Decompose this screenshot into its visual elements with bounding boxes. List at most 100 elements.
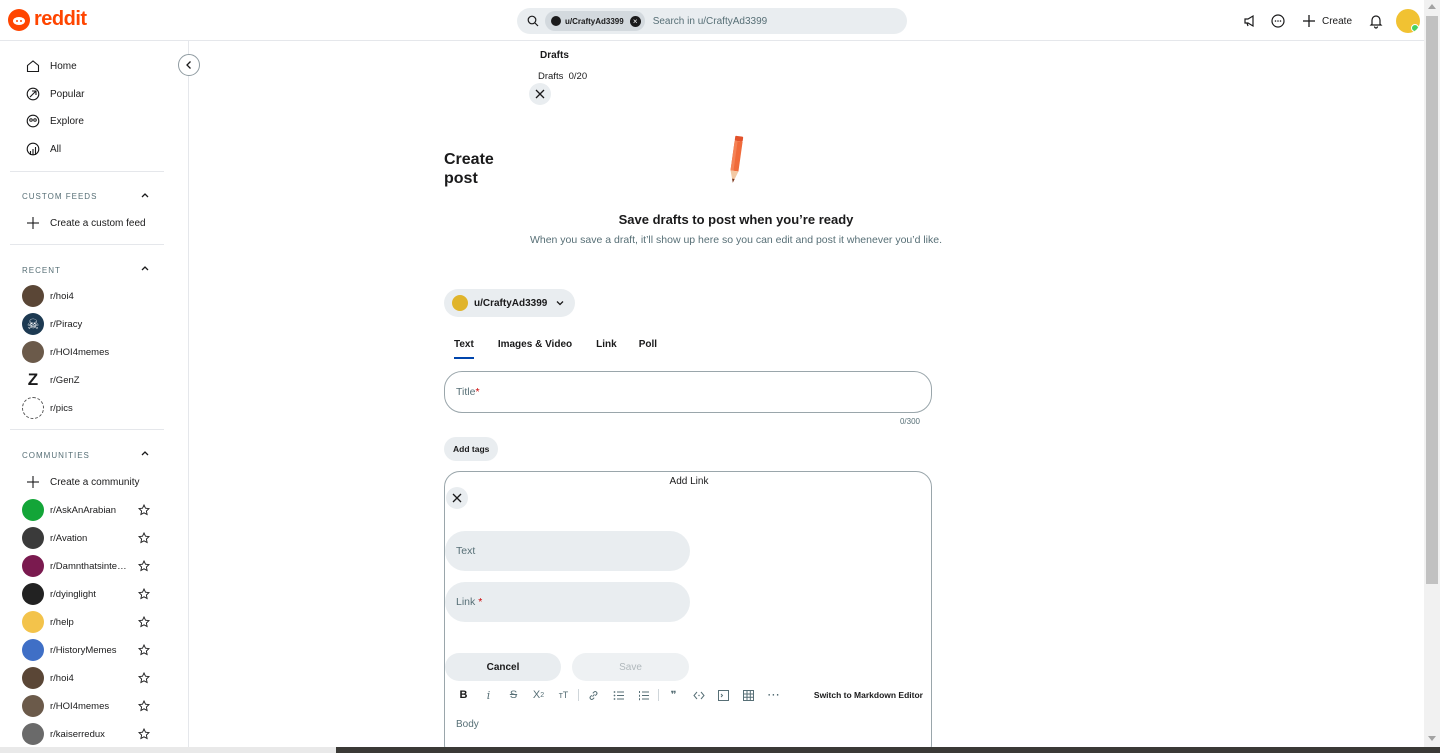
cancel-button[interactable]: Cancel [445, 653, 561, 681]
bold-icon[interactable]: B [451, 685, 476, 705]
recent-item[interactable]: Z r/GenZ [10, 366, 164, 394]
create-custom-feed[interactable]: Create a custom feed [10, 209, 164, 237]
create-community[interactable]: Create a community [10, 468, 164, 496]
star-favorite-icon[interactable] [138, 560, 150, 572]
taskbar-edge [0, 747, 1440, 753]
title-input[interactable]: Title * [444, 371, 932, 413]
tab-text[interactable]: Text [444, 335, 484, 359]
user-avatar[interactable] [1396, 9, 1420, 33]
star-favorite-icon[interactable] [138, 588, 150, 600]
reddit-snoo-icon [8, 8, 30, 31]
numbered-list-icon[interactable] [631, 685, 656, 705]
recent-item[interactable]: r/pics [10, 394, 164, 422]
close-drafts-button[interactable] [529, 83, 551, 105]
community-icon [22, 341, 44, 363]
recent-item-label: r/hoi4 [50, 290, 74, 302]
community-item[interactable]: r/dyinglight [10, 580, 164, 608]
clear-scope-icon[interactable]: × [629, 15, 641, 27]
star-favorite-icon[interactable] [138, 504, 150, 516]
nav-home[interactable]: Home [10, 52, 164, 80]
community-item[interactable]: r/HOI4memes [10, 692, 164, 720]
scroll-up-arrow-icon[interactable] [1428, 4, 1436, 9]
bullet-list-icon[interactable] [606, 685, 631, 705]
quote-icon[interactable]: ❞ [661, 685, 686, 705]
nav-explore-label: Explore [50, 115, 84, 127]
superscript-icon[interactable]: X2 [526, 685, 551, 705]
strikethrough-icon[interactable]: S [501, 685, 526, 705]
star-favorite-icon[interactable] [138, 644, 150, 656]
link-url-input[interactable]: Link * [445, 582, 690, 622]
table-icon[interactable] [736, 685, 761, 705]
star-favorite-icon[interactable] [138, 672, 150, 684]
community-selector[interactable]: u/CraftyAd3399 [444, 289, 576, 317]
notifications-button[interactable] [1362, 7, 1390, 35]
more-icon[interactable]: ⋯ [761, 685, 786, 705]
communities-heading[interactable]: COMMUNITIES [22, 451, 90, 460]
community-item-label: r/HistoryMemes [50, 644, 117, 656]
create-post-button[interactable]: Create [1296, 7, 1358, 35]
code-block-icon[interactable] [711, 685, 736, 705]
brand-name: reddit [34, 8, 87, 30]
nav-all[interactable]: All [10, 135, 164, 163]
recent-item[interactable]: r/hoi4 [10, 282, 164, 310]
chevron-up-icon[interactable] [140, 263, 150, 273]
tab-images-video[interactable]: Images & Video [488, 335, 582, 359]
community-item[interactable]: r/kaiserredux [10, 720, 164, 748]
drafts-title: Drafts [540, 50, 569, 61]
link-text-input[interactable]: Text [445, 531, 690, 571]
tab-link[interactable]: Link [586, 335, 627, 359]
community-item-label: r/Avation [50, 532, 88, 544]
nav-explore[interactable]: Explore [10, 107, 164, 135]
create-label: Create [1321, 15, 1352, 27]
community-item-label: r/hoi4 [50, 672, 74, 684]
add-tags-button[interactable]: Add tags [444, 437, 499, 461]
search-input[interactable]: Search in u/CraftyAd3399 [653, 16, 768, 27]
community-item[interactable]: r/AskAnArabian [10, 496, 164, 524]
save-button[interactable]: Save [572, 653, 689, 681]
community-item[interactable]: r/Avation [10, 524, 164, 552]
tab-poll[interactable]: Poll [629, 335, 667, 359]
recent-item[interactable]: r/HOI4memes [10, 338, 164, 366]
nav-all-label: All [50, 143, 62, 155]
community-item[interactable]: r/Damnthatsinteresting [10, 552, 164, 580]
advertise-button[interactable] [1236, 7, 1264, 35]
close-add-link-button[interactable] [446, 487, 468, 509]
chevron-up-icon[interactable] [140, 190, 150, 200]
star-favorite-icon[interactable] [138, 532, 150, 544]
custom-feeds-heading[interactable]: CUSTOM FEEDS [22, 192, 97, 201]
title-char-counter: 0/300 [899, 417, 920, 426]
search-scope-label: u/CraftyAd3399 [565, 16, 624, 26]
italic-icon[interactable]: i [476, 685, 501, 705]
chat-button[interactable] [1264, 7, 1292, 35]
genz-z-icon: Z [22, 369, 44, 391]
star-favorite-icon[interactable] [138, 616, 150, 628]
search-bar[interactable]: u/CraftyAd3399 × Search in u/CraftyAd339… [517, 8, 907, 34]
community-icon [22, 499, 44, 521]
community-item[interactable]: r/hoi4 [10, 664, 164, 692]
required-mark: * [475, 386, 480, 398]
toolbar-separator [578, 689, 579, 701]
close-icon [535, 89, 545, 99]
collapse-sidebar-button[interactable] [178, 54, 200, 76]
community-item[interactable]: r/HistoryMemes [10, 636, 164, 664]
search-icon [527, 15, 539, 27]
body-input[interactable]: Body [456, 719, 479, 730]
switch-markdown-editor-button[interactable]: Switch to Markdown Editor [814, 690, 923, 700]
scroll-down-arrow-icon[interactable] [1428, 736, 1436, 741]
vertical-scrollbar[interactable] [1424, 0, 1440, 747]
link-icon[interactable] [581, 685, 606, 705]
heading-icon[interactable]: ᴛT [551, 685, 576, 705]
nav-popular[interactable]: Popular [10, 80, 164, 108]
community-icon [22, 397, 44, 419]
search-scope-chip[interactable]: u/CraftyAd3399 × [545, 11, 645, 31]
community-item[interactable]: r/help [10, 608, 164, 636]
code-icon[interactable] [686, 685, 711, 705]
star-favorite-icon[interactable] [138, 728, 150, 740]
scrollbar-thumb[interactable] [1426, 16, 1438, 584]
community-icon [22, 695, 44, 717]
star-favorite-icon[interactable] [138, 700, 150, 712]
recent-heading[interactable]: RECENT [22, 266, 61, 275]
reddit-logo[interactable]: reddit [8, 8, 87, 31]
recent-item[interactable]: ☠ r/Piracy [10, 310, 164, 338]
chevron-up-icon[interactable] [140, 448, 150, 458]
